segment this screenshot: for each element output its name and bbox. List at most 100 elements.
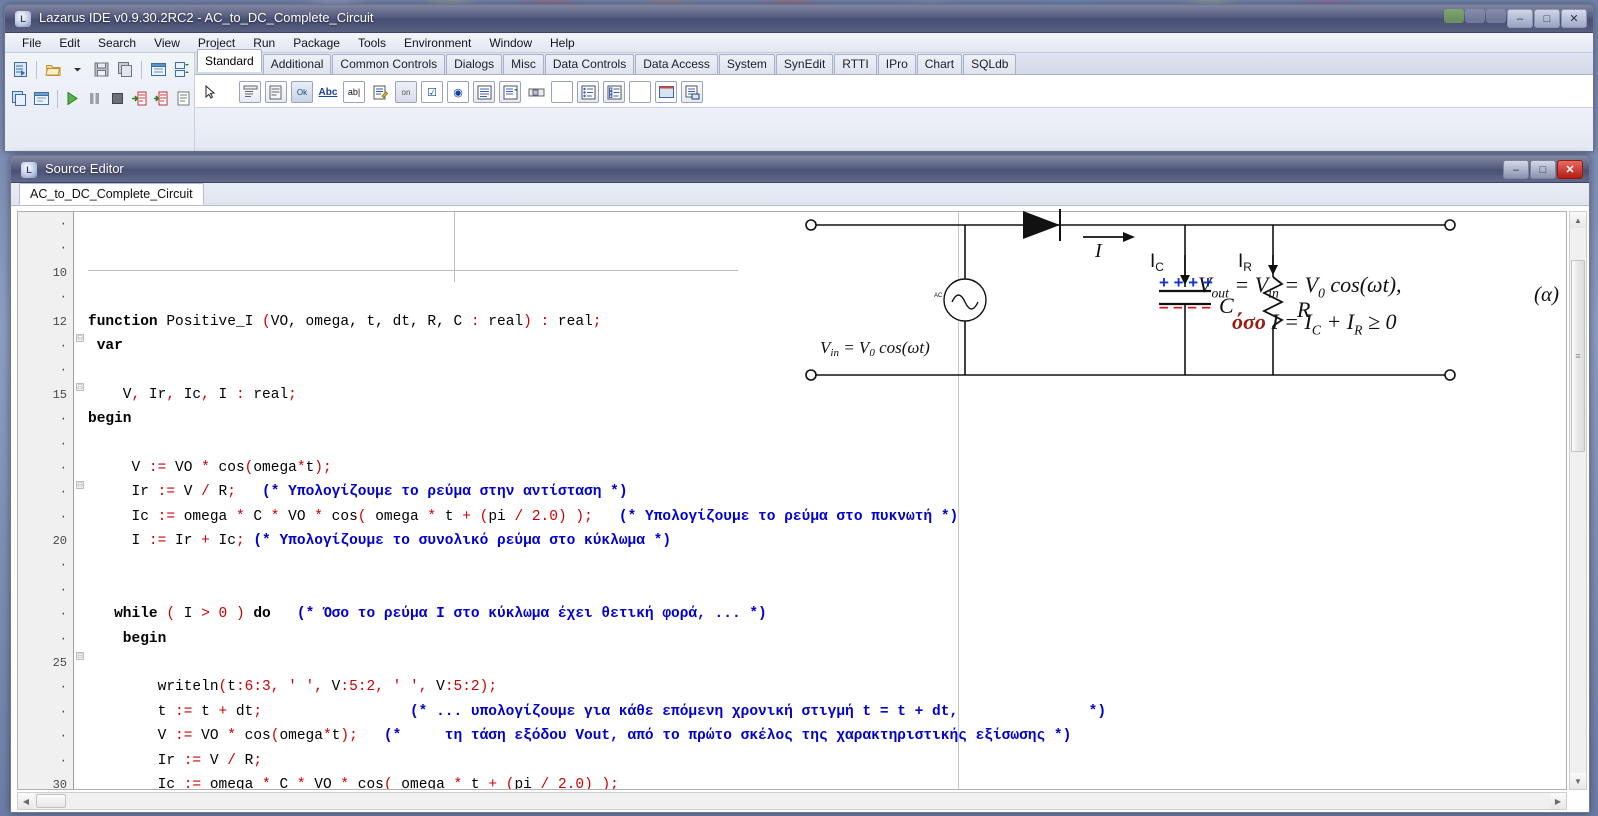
code-line[interactable]	[88, 651, 1566, 675]
code-line[interactable]: Ir := V / R;	[88, 749, 1566, 773]
code-editor-area[interactable]: ··10·12··15·····20····25····30····35····…	[17, 211, 1567, 790]
editor-tab-ac-to-dc-complete-circuit[interactable]: AC_to_DC_Complete_Circuit	[19, 183, 204, 205]
stop-icon[interactable]	[107, 88, 127, 110]
tradiobutton-icon[interactable]: ◉	[447, 81, 469, 103]
tcheckbox-icon[interactable]: ☑	[421, 81, 443, 103]
scroll-left-arrow-icon[interactable]: ◀	[18, 793, 34, 809]
source-code-text[interactable]: function Positive_I (VO, omega, t, dt, R…	[88, 212, 1566, 789]
step-over-icon[interactable]	[152, 88, 172, 110]
tscrollbar-icon[interactable]	[525, 81, 547, 103]
palette-tab-common-controls[interactable]: Common Controls	[332, 54, 446, 74]
menu-package[interactable]: Package	[284, 35, 349, 51]
new-unit-icon[interactable]	[9, 59, 31, 81]
palette-tab-data-controls[interactable]: Data Controls	[544, 54, 635, 74]
tbutton-icon[interactable]: Ok	[291, 81, 313, 103]
menu-search[interactable]: Search	[89, 35, 145, 51]
tcheckgroup-icon[interactable]	[603, 81, 625, 103]
save-icon[interactable]	[90, 59, 112, 81]
code-line[interactable]: Ic := omega * C * VO * cos( omega * t + …	[88, 505, 1566, 529]
editor-horizontal-scrollbar[interactable]: ◀ ▶	[17, 792, 1567, 810]
code-line[interactable]	[88, 261, 1566, 285]
new-form-icon[interactable]	[147, 59, 169, 81]
palette-tab-system[interactable]: System	[718, 54, 775, 74]
tlistbox-icon[interactable]	[473, 81, 495, 103]
code-line[interactable]: V, Ir, Ic, I : real;	[88, 383, 1566, 407]
code-line[interactable]: begin	[88, 627, 1566, 651]
code-line[interactable]: begin	[88, 407, 1566, 431]
code-line[interactable]	[88, 358, 1566, 382]
horizontal-scroll-thumb[interactable]	[36, 794, 66, 808]
tpanel-icon[interactable]	[629, 81, 651, 103]
tlabel-icon[interactable]: Abc	[317, 81, 339, 103]
palette-tab-rtti[interactable]: RTTI	[834, 54, 877, 74]
pause-icon[interactable]	[85, 88, 105, 110]
code-line[interactable]	[88, 578, 1566, 602]
editor-maximize-button[interactable]: □	[1530, 160, 1556, 179]
code-line[interactable]: Ir := V / R; (* Υπολογίζουμε το ρεύμα στ…	[88, 480, 1566, 504]
view-units-icon[interactable]	[9, 88, 29, 110]
palette-tab-chart[interactable]: Chart	[916, 54, 963, 74]
code-folding-column[interactable]: ⊟ ⊟ ⊟ ⊟	[74, 212, 86, 789]
scroll-down-arrow-icon[interactable]: ▼	[1570, 773, 1586, 789]
open-dropdown-icon[interactable]	[66, 59, 88, 81]
run-icon[interactable]	[62, 88, 82, 110]
editor-minimize-button[interactable]: –	[1503, 160, 1529, 179]
step-into-icon[interactable]	[129, 88, 149, 110]
menu-tools[interactable]: Tools	[349, 35, 395, 51]
code-line[interactable]: var	[88, 334, 1566, 358]
ide-minimize-button[interactable]: –	[1507, 9, 1533, 28]
run-to-cursor-icon[interactable]	[174, 88, 194, 110]
vertical-scroll-thumb[interactable]: ≡	[1571, 260, 1585, 452]
save-all-icon[interactable]	[114, 59, 136, 81]
menu-file[interactable]: File	[13, 35, 50, 51]
code-line[interactable]: function Positive_I (VO, omega, t, dt, R…	[88, 310, 1566, 334]
code-line[interactable]	[88, 553, 1566, 577]
code-line[interactable]: t := t + dt; (* ... υπολογίζουμε για κάθ…	[88, 700, 1566, 724]
tmainmenu-icon[interactable]	[239, 81, 261, 103]
fold-marker[interactable]: ⊟	[76, 383, 84, 391]
fold-marker[interactable]: ⊟	[76, 481, 84, 489]
tmemo-icon[interactable]	[369, 81, 391, 103]
palette-tab-additional[interactable]: Additional	[262, 54, 332, 74]
code-line[interactable]	[88, 285, 1566, 309]
palette-tab-synedit[interactable]: SynEdit	[775, 54, 834, 74]
ide-extra-button-2[interactable]	[1465, 9, 1485, 23]
fold-marker[interactable]: ⊟	[76, 652, 84, 660]
view-forms-icon[interactable]	[31, 88, 51, 110]
code-line[interactable]: Ic := omega * C * VO * cos( omega * t + …	[88, 773, 1566, 789]
menu-view[interactable]: View	[145, 35, 189, 51]
ttogglebox-icon[interactable]: on	[395, 81, 417, 103]
code-line[interactable]: V := VO * cos(omega*t);	[88, 456, 1566, 480]
tradiogroup-icon[interactable]	[577, 81, 599, 103]
code-line[interactable]: writeln(t:6:3, ' ', V:5:2, ' ', V:5:2);	[88, 675, 1566, 699]
palette-tab-sqldb[interactable]: SQLdb	[963, 54, 1017, 74]
ide-extra-green-button[interactable]	[1444, 9, 1464, 23]
menu-environment[interactable]: Environment	[395, 35, 480, 51]
ide-extra-button-3[interactable]	[1486, 9, 1506, 23]
scroll-up-arrow-icon[interactable]: ▲	[1570, 212, 1586, 228]
tactionlist-icon[interactable]	[681, 81, 703, 103]
palette-tab-data-access[interactable]: Data Access	[635, 54, 718, 74]
code-line[interactable]: while ( I > 0 ) do (* Όσο το ρεύμα I στο…	[88, 602, 1566, 626]
code-line[interactable]	[88, 432, 1566, 456]
select-pointer-icon[interactable]	[199, 81, 221, 103]
fold-marker[interactable]: ⊟	[76, 334, 84, 342]
tframe-icon[interactable]	[655, 81, 677, 103]
palette-tab-ipro[interactable]: IPro	[877, 54, 916, 74]
editor-vertical-scrollbar[interactable]: ▲ ≡ ▼	[1569, 211, 1587, 790]
tcombobox-icon[interactable]	[499, 81, 521, 103]
scroll-right-arrow-icon[interactable]: ▶	[1550, 793, 1566, 809]
palette-tab-misc[interactable]: Misc	[503, 54, 544, 74]
code-line[interactable]	[88, 236, 1566, 260]
open-file-icon[interactable]	[42, 59, 64, 81]
tpopupmenu-icon[interactable]	[265, 81, 287, 103]
tedit-icon[interactable]: ab|	[343, 81, 365, 103]
menu-window[interactable]: Window	[480, 35, 541, 51]
menu-help[interactable]: Help	[541, 35, 584, 51]
palette-tab-standard[interactable]: Standard	[197, 49, 262, 72]
tgroupbox-icon[interactable]	[551, 81, 573, 103]
ide-close-button[interactable]: ✕	[1561, 9, 1587, 28]
editor-close-button[interactable]: ✕	[1557, 160, 1583, 179]
code-line[interactable]: I := Ir + Ic; (* Υπολογίζουμε το συνολικ…	[88, 529, 1566, 553]
code-line[interactable]	[88, 212, 1566, 236]
